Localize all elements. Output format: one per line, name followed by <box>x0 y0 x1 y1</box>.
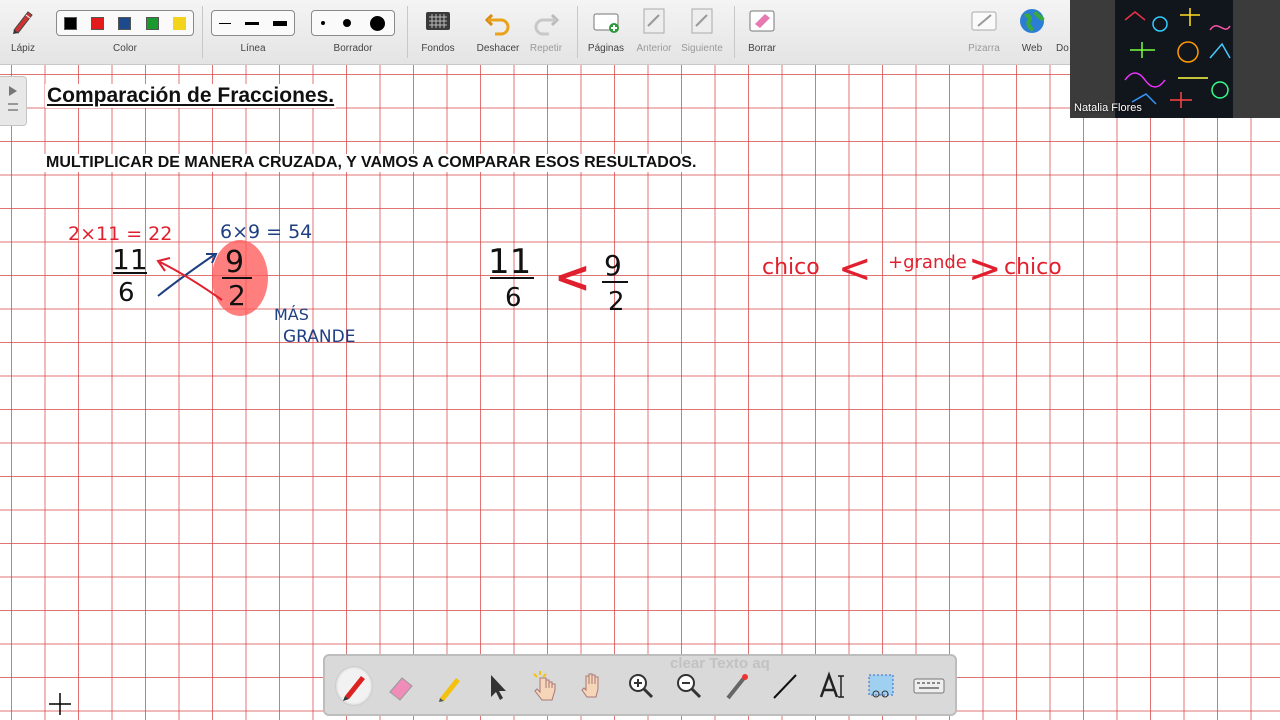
participant-name: Natalia Flores <box>1074 102 1142 114</box>
pen-icon <box>343 676 365 701</box>
laser-pointer-icon <box>726 674 748 700</box>
add-page-icon <box>593 13 619 33</box>
color-picker[interactable] <box>56 10 194 36</box>
hand-icon <box>581 673 599 698</box>
clear-button[interactable]: Borrar <box>740 0 784 64</box>
keyboard-button[interactable] <box>910 666 948 706</box>
line-icon <box>773 674 797 699</box>
highlighter-icon <box>439 678 460 702</box>
previous-page-icon <box>643 8 665 34</box>
toolbar-divider <box>577 6 578 58</box>
crosshair-cursor-icon <box>49 693 71 715</box>
undo-icon <box>484 13 510 36</box>
zoom-out-icon <box>677 674 702 699</box>
pencil-tool[interactable]: Lápiz <box>2 0 44 64</box>
interact-tool-button[interactable] <box>526 666 564 706</box>
zoom-in-icon <box>629 674 654 699</box>
pan-tool-button[interactable] <box>574 666 612 706</box>
web-button[interactable]: Web <box>1010 0 1054 64</box>
text-icon <box>819 671 844 698</box>
bottom-toolbar: clear Texto aq <box>323 654 957 716</box>
play-arrow-icon <box>8 86 18 111</box>
zoom-in-button[interactable] <box>622 666 660 706</box>
highlighter-tool-button[interactable] <box>430 666 468 706</box>
capture-tool-button[interactable] <box>862 666 900 706</box>
line-tool-button[interactable] <box>766 666 804 706</box>
docs-button[interactable]: Do <box>1056 0 1070 64</box>
pencil-icon <box>13 11 33 34</box>
zoom-out-button[interactable] <box>670 666 708 706</box>
undo-button[interactable]: Deshacer <box>474 0 522 64</box>
line-medium-option[interactable] <box>245 21 259 25</box>
color-black-swatch[interactable] <box>64 16 78 30</box>
webcam-thumbnail[interactable]: Natalia Flores <box>1070 0 1280 118</box>
eraser-icon <box>389 677 413 701</box>
keyboard-grid-icon <box>426 12 450 30</box>
color-yellow-swatch[interactable] <box>172 16 186 30</box>
text-tool-button[interactable] <box>814 666 852 706</box>
previous-page-button[interactable]: Anterior <box>631 0 677 64</box>
redo-button[interactable]: Repetir <box>524 0 568 64</box>
globe-icon <box>1020 9 1045 33</box>
page-title: Comparación de Fracciones. <box>45 84 337 108</box>
toolbar-divider <box>407 6 408 58</box>
pointing-hand-icon <box>533 671 556 701</box>
eraser-large-option[interactable] <box>369 15 385 31</box>
side-panel-toggle[interactable] <box>0 76 27 126</box>
laser-pointer-button[interactable] <box>718 666 756 706</box>
pen-tool-button[interactable] <box>335 666 373 706</box>
toolbar-divider <box>734 6 735 58</box>
board-button[interactable]: Pizarra <box>962 0 1006 64</box>
line-label: Línea <box>240 43 266 54</box>
webcam-video <box>1070 0 1280 118</box>
redo-icon <box>534 13 560 36</box>
eraser-label: Borrador <box>333 43 373 54</box>
eraser-size-picker[interactable] <box>311 10 395 36</box>
capture-icon <box>868 674 894 698</box>
line-width-picker[interactable] <box>211 10 295 36</box>
keyboard-icon <box>913 678 945 694</box>
toolbar-divider <box>202 6 203 58</box>
color-red-swatch[interactable] <box>91 16 105 30</box>
pages-button[interactable]: Páginas <box>584 0 628 64</box>
color-blue-swatch[interactable] <box>118 16 132 30</box>
eraser-medium-option[interactable] <box>343 19 352 27</box>
pointer-arrow-icon <box>491 675 506 700</box>
eraser-tool-button[interactable] <box>382 666 420 706</box>
next-page-icon <box>691 8 713 34</box>
eraser-small-option[interactable] <box>321 21 326 25</box>
color-green-swatch[interactable] <box>145 16 159 30</box>
clear-board-icon <box>749 10 775 32</box>
next-page-button[interactable]: Siguiente <box>679 0 725 64</box>
select-tool-button[interactable] <box>478 666 516 706</box>
line-thin-option[interactable] <box>219 22 231 24</box>
whiteboard-icon <box>971 11 997 31</box>
line-thick-option[interactable] <box>273 20 287 26</box>
color-label: Color <box>113 43 137 54</box>
instruction-text: MULTIPLICAR DE MANERA CRUZADA, Y VAMOS A… <box>44 154 699 172</box>
backgrounds-button[interactable]: Fondos <box>414 0 462 64</box>
